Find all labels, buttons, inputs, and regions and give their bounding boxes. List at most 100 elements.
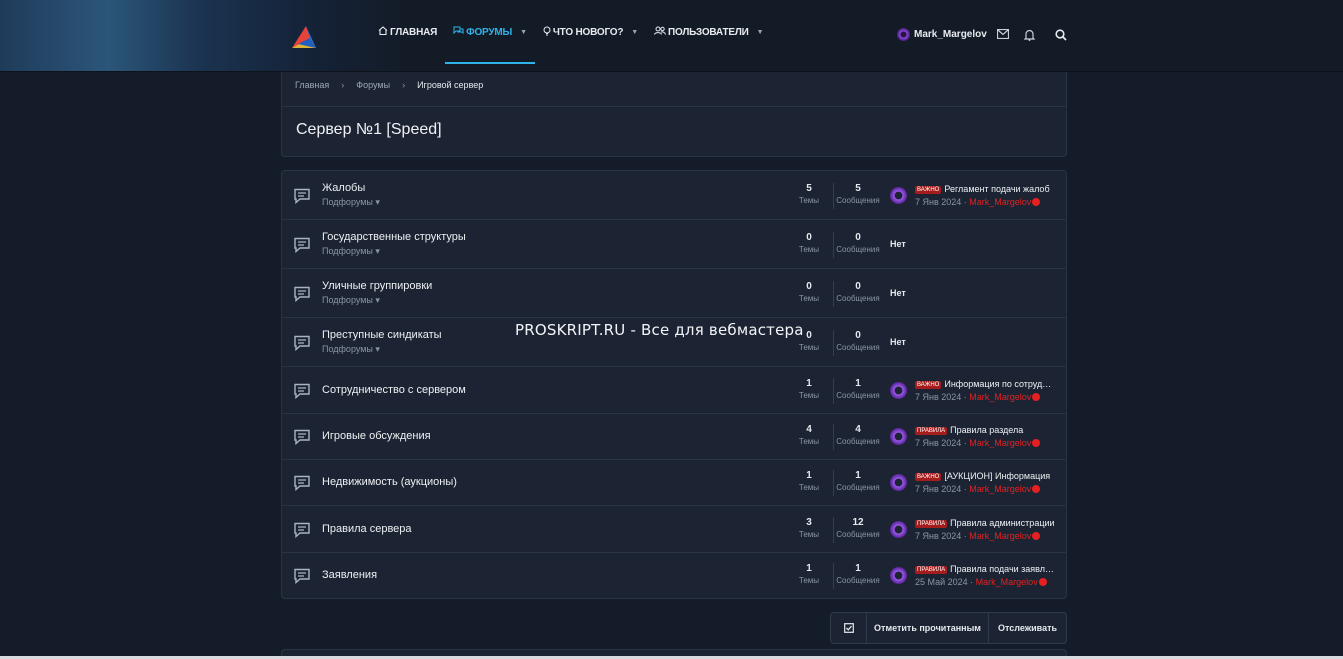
nav-item-0[interactable]: Главная bbox=[370, 0, 445, 64]
forum-chat-icon bbox=[293, 237, 311, 254]
forum-title-link[interactable]: Недвижимость (аукционы) bbox=[322, 476, 457, 488]
main-nav: Главная Форумы ▼ Что нового? ▼ Пользователи ▼ bbox=[370, 0, 771, 72]
last-post-title-link[interactable]: ПРАВИЛА Правила раздела bbox=[915, 425, 1055, 435]
forum-list: Жалобы Подфорумы ▾ 5 Темы 5 Сообщения ВАЖНО Рег… bbox=[281, 170, 1067, 599]
subforums-toggle[interactable]: Подфорумы ▾ bbox=[322, 295, 380, 306]
last-post-meta: 7 Янв 2024 · Mark_Margelov bbox=[915, 197, 1041, 207]
last-post-title-link[interactable]: ПРАВИЛА Правила администрации bbox=[915, 518, 1055, 528]
nav-item-2[interactable]: Что нового? ▼ bbox=[535, 0, 646, 64]
message-count-label: Сообщения bbox=[836, 530, 880, 539]
message-count-label: Сообщения bbox=[836, 391, 880, 400]
message-count: 1 Сообщения bbox=[833, 378, 883, 400]
thread-count-value: 3 bbox=[806, 517, 812, 528]
nav-item-label: Главная bbox=[390, 26, 438, 38]
message-count-value: 0 bbox=[855, 330, 861, 341]
last-post-date: 7 Янв 2024 bbox=[915, 531, 962, 541]
last-poster-avatar[interactable] bbox=[890, 474, 907, 491]
message-count-label: Сообщения bbox=[836, 483, 880, 492]
thread-count-label: Темы bbox=[798, 343, 820, 352]
forum-title-link[interactable]: Государственные структуры bbox=[322, 231, 466, 243]
thread-count: 1 Темы bbox=[784, 563, 834, 585]
select-checkbox-button[interactable] bbox=[831, 613, 866, 643]
bell-icon[interactable] bbox=[1022, 29, 1036, 43]
chevron-down-icon[interactable]: ▼ bbox=[520, 29, 527, 36]
last-poster-avatar[interactable] bbox=[890, 187, 907, 204]
subforums-label: Подфорумы bbox=[322, 295, 373, 305]
caret-down-icon: ▾ bbox=[372, 246, 380, 256]
last-poster-name[interactable]: Mark_Margelov bbox=[969, 392, 1031, 402]
caret-down-icon: ▾ bbox=[372, 344, 380, 354]
last-poster-avatar[interactable] bbox=[890, 521, 907, 538]
forum-row: Государственные структуры Подфорумы ▾ 0 Тем… bbox=[282, 220, 1066, 269]
watermark-text: PROSKRIPT.RU - Все для вебмастера bbox=[515, 321, 804, 339]
chevron-down-icon[interactable]: ▼ bbox=[631, 29, 638, 36]
forum-title-link[interactable]: Игровые обсуждения bbox=[322, 430, 431, 442]
thread-count-label: Темы bbox=[798, 530, 820, 539]
envelope-icon[interactable] bbox=[996, 28, 1010, 43]
forum-chat-icon bbox=[293, 286, 311, 303]
message-count: 0 Сообщения bbox=[833, 232, 883, 254]
chevron-down-icon[interactable]: ▼ bbox=[757, 29, 764, 36]
nav-item-1[interactable]: Форумы ▼ bbox=[445, 0, 535, 64]
message-count-value: 4 bbox=[855, 424, 861, 435]
last-post-title-link[interactable]: ВАЖНО [АУКЦИОН] Информация bbox=[915, 471, 1055, 481]
message-count-value: 12 bbox=[852, 517, 864, 528]
user-avatar bbox=[897, 28, 910, 41]
subforums-label: Подфорумы bbox=[322, 246, 373, 256]
thread-count-value: 0 bbox=[806, 232, 812, 243]
user-menu[interactable]: Mark_Margelov bbox=[897, 28, 987, 41]
last-poster-avatar[interactable] bbox=[890, 382, 907, 399]
forum-title-link[interactable]: Преступные синдикаты bbox=[322, 329, 442, 341]
last-post-title-link[interactable]: ПРАВИЛА Правила подачи заявлений bbox=[915, 564, 1055, 574]
search-icon[interactable] bbox=[1054, 29, 1068, 43]
last-post-none-label: Нет bbox=[890, 288, 906, 298]
user-status-dot-icon bbox=[1032, 532, 1041, 540]
chat-icon bbox=[453, 26, 464, 38]
forum-row: Сотрудничество с сервером 1 Темы 1 Сообщения… bbox=[282, 367, 1066, 414]
forum-title-link[interactable]: Заявления bbox=[322, 569, 377, 581]
last-post-title-link[interactable]: ВАЖНОИнформация по сотрудничеству bbox=[915, 379, 1055, 389]
prefix-badge: ВАЖНО bbox=[915, 381, 942, 389]
last-post-title-link[interactable]: ВАЖНО Регламент подачи жалоб bbox=[915, 184, 1055, 194]
last-poster-name[interactable]: Mark_Margelov bbox=[969, 484, 1031, 494]
thread-count: 1 Темы bbox=[784, 378, 834, 400]
subforums-label: Подфорумы bbox=[322, 344, 373, 354]
breadcrumb: Главная › Форумы › Игровой сервер bbox=[295, 80, 483, 90]
last-poster-avatar[interactable] bbox=[890, 428, 907, 445]
last-poster-avatar[interactable] bbox=[890, 567, 907, 584]
breadcrumb-home[interactable]: Главная bbox=[295, 80, 329, 90]
watch-button[interactable]: Отслеживать bbox=[988, 613, 1066, 643]
last-poster-name[interactable]: Mark_Margelov bbox=[969, 531, 1031, 541]
last-post-meta: 7 Янв 2024 · Mark_Margelov bbox=[915, 484, 1041, 494]
last-poster-name[interactable]: Mark_Margelov bbox=[976, 577, 1038, 587]
subforums-toggle[interactable]: Подфорумы ▾ bbox=[322, 344, 380, 355]
thread-count: 1 Темы bbox=[784, 470, 834, 492]
thread-count-label: Темы bbox=[798, 294, 820, 303]
subforums-toggle[interactable]: Подфорумы ▾ bbox=[322, 246, 380, 257]
thread-count-value: 1 bbox=[806, 563, 812, 574]
forum-title-link[interactable]: Сотрудничество с сервером bbox=[322, 384, 466, 396]
subforums-toggle[interactable]: Подфорумы ▾ bbox=[322, 197, 380, 208]
nav-item-3[interactable]: Пользователи ▼ bbox=[646, 0, 771, 64]
breadcrumb-current[interactable]: Игровой сервер bbox=[417, 80, 483, 90]
thread-count: 4 Темы bbox=[784, 424, 834, 446]
username-label: Mark_Margelov bbox=[914, 29, 987, 40]
forum-title-link[interactable]: Правила сервера bbox=[322, 523, 412, 535]
last-poster-name[interactable]: Mark_Margelov bbox=[969, 197, 1031, 207]
last-poster-name[interactable]: Mark_Margelov bbox=[969, 438, 1031, 448]
forum-chat-icon bbox=[293, 475, 311, 492]
site-logo[interactable] bbox=[288, 22, 320, 52]
last-post-none-label: Нет bbox=[890, 337, 906, 347]
forum-title-link[interactable]: Уличные группировки bbox=[322, 280, 432, 292]
mark-read-button[interactable]: Отметить прочитанным bbox=[866, 613, 988, 643]
breadcrumb-forums[interactable]: Форумы bbox=[356, 80, 390, 90]
last-post-date: 7 Янв 2024 bbox=[915, 438, 962, 448]
message-count: 1 Сообщения bbox=[833, 563, 883, 585]
subforums-label: Подфорумы bbox=[322, 197, 373, 207]
forum-title-link[interactable]: Жалобы bbox=[322, 182, 365, 194]
thread-count-value: 1 bbox=[806, 470, 812, 481]
users-icon bbox=[654, 26, 667, 38]
nav-item-label: Пользователи bbox=[668, 26, 749, 38]
forum-row: Уличные группировки Подфорумы ▾ 0 Темы 0 Сооб… bbox=[282, 269, 1066, 318]
thread-count: 0 Темы bbox=[784, 281, 834, 303]
